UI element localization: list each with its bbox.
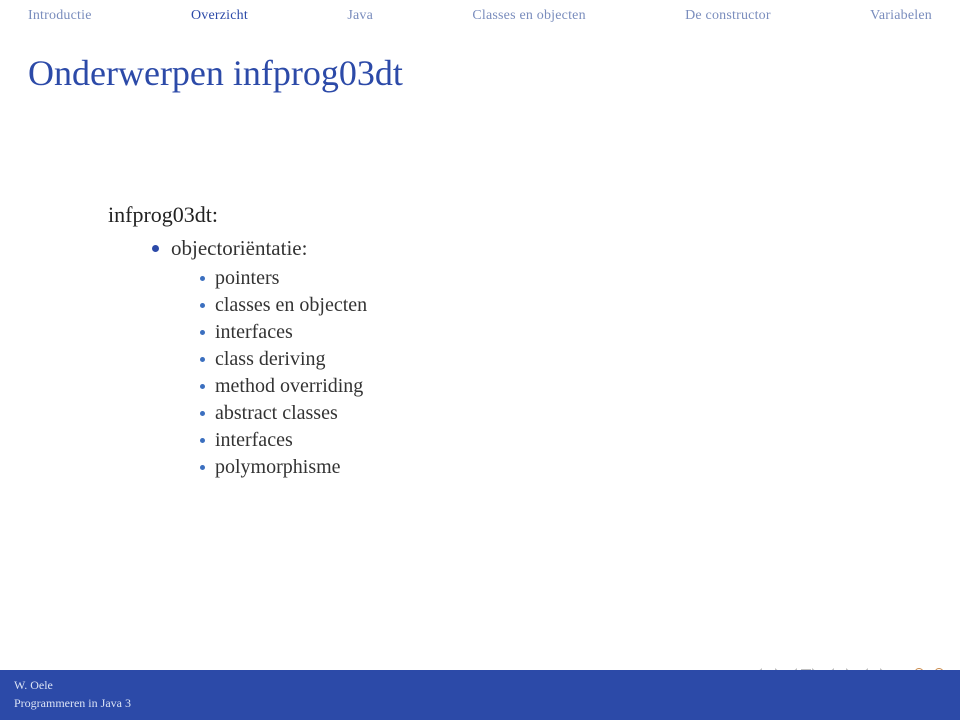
list-item-label: polymorphisme xyxy=(215,456,341,479)
list-item-label: objectoriëntatie: xyxy=(171,236,307,261)
bullet-icon xyxy=(152,245,159,252)
list-item: polymorphisme xyxy=(200,456,890,479)
nav-item-de-constructor[interactable]: De constructor xyxy=(685,8,771,24)
bullet-icon xyxy=(200,438,205,443)
list-item: interfaces xyxy=(200,321,890,344)
list-item-label: interfaces xyxy=(215,321,293,344)
list-item: class deriving xyxy=(200,348,890,371)
footer-author: W. Oele xyxy=(14,676,946,694)
bullet-icon xyxy=(200,357,205,362)
list-item-label: method overriding xyxy=(215,375,363,398)
bullet-icon xyxy=(200,465,205,470)
list-item-label: interfaces xyxy=(215,429,293,452)
body-heading: infprog03dt: xyxy=(108,202,890,228)
nav-item-classes-en-objecten[interactable]: Classes en objecten xyxy=(472,8,585,24)
list-item: classes en objecten xyxy=(200,294,890,317)
bullet-icon xyxy=(200,411,205,416)
bullet-icon xyxy=(200,330,205,335)
nav-item-java[interactable]: Java xyxy=(347,8,373,24)
nav-item-introductie[interactable]: Introductie xyxy=(28,8,92,24)
slide-title: Onderwerpen infprog03dt xyxy=(28,52,932,94)
slide-footer: W. Oele Programmeren in Java 3 xyxy=(0,670,960,720)
list-item: abstract classes xyxy=(200,402,890,425)
slide-title-region: Onderwerpen infprog03dt xyxy=(0,30,960,118)
list-item: method overriding xyxy=(200,375,890,398)
list-item-label: class deriving xyxy=(215,348,326,371)
list-item-label: abstract classes xyxy=(215,402,338,425)
bullet-icon xyxy=(200,303,205,308)
slide: Introductie Overzicht Java Classes en ob… xyxy=(0,0,960,720)
footer-course: Programmeren in Java 3 xyxy=(14,694,946,712)
section-navbar: Introductie Overzicht Java Classes en ob… xyxy=(0,0,960,30)
list-item: pointers xyxy=(200,267,890,290)
list-item: objectoriëntatie: xyxy=(152,236,890,261)
nav-item-variabelen[interactable]: Variabelen xyxy=(870,8,932,24)
slide-body: infprog03dt: objectoriëntatie: pointers … xyxy=(0,118,960,720)
bullet-icon xyxy=(200,276,205,281)
list-item: interfaces xyxy=(200,429,890,452)
list-item-label: classes en objecten xyxy=(215,294,367,317)
bullet-icon xyxy=(200,384,205,389)
nav-item-overzicht[interactable]: Overzicht xyxy=(191,8,248,24)
list-item-label: pointers xyxy=(215,267,279,290)
